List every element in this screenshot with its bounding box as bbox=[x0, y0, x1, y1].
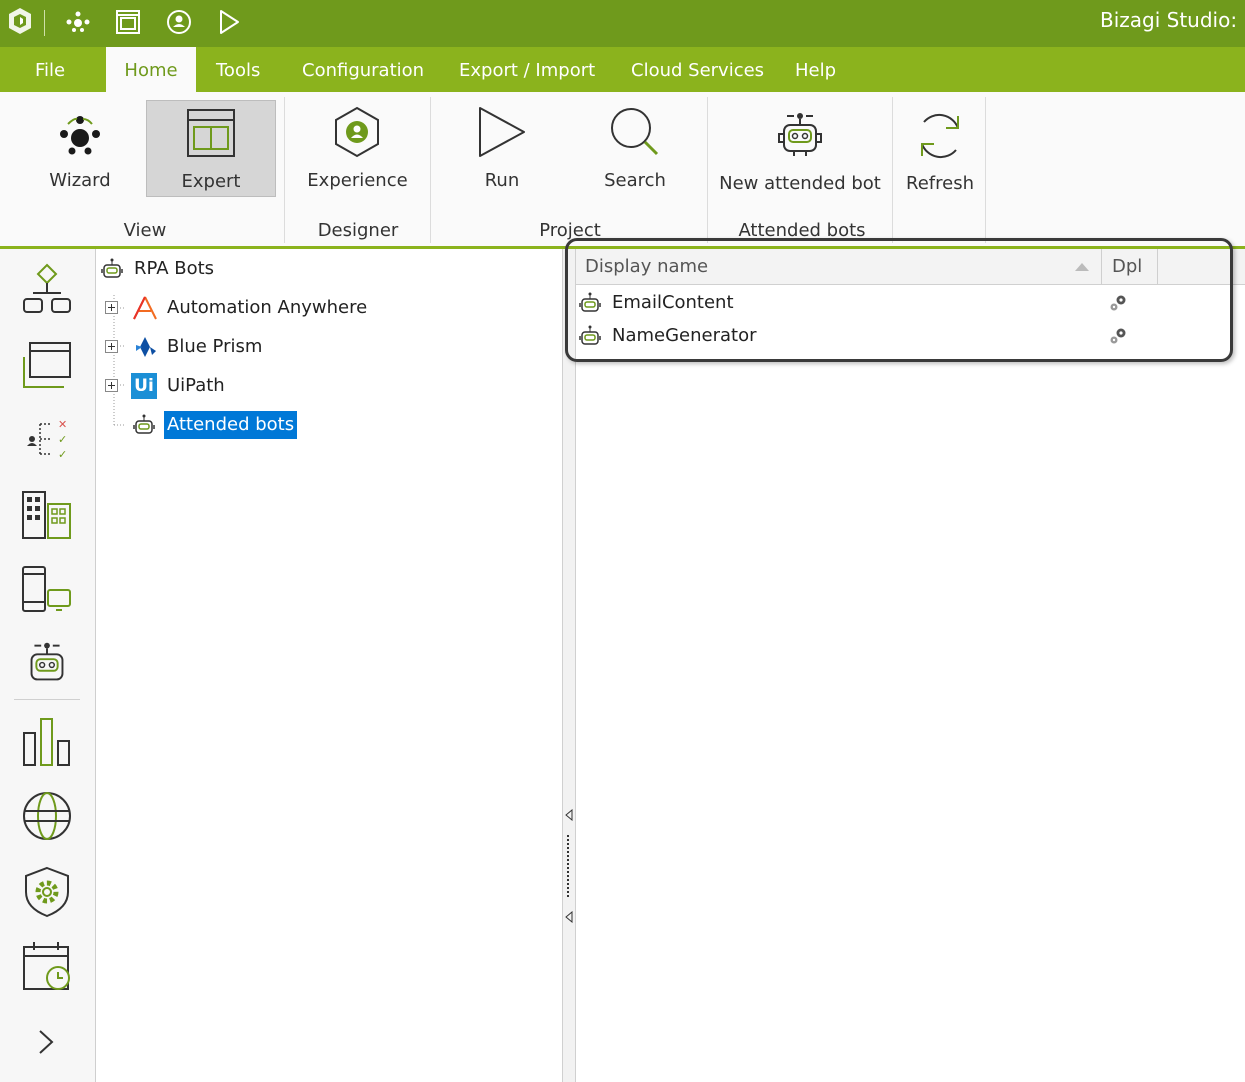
tree-node-label: Automation Anywhere bbox=[167, 297, 368, 318]
menu-tools[interactable]: Tools bbox=[216, 47, 260, 92]
uipath-icon: Ui bbox=[131, 373, 157, 399]
search-button[interactable]: Search bbox=[595, 100, 675, 200]
menu-help[interactable]: Help bbox=[795, 47, 836, 92]
splitter-grip bbox=[567, 835, 571, 897]
devices-icon[interactable] bbox=[20, 564, 74, 618]
group-view-label: View bbox=[123, 220, 167, 241]
collapse-arrow-icon[interactable] bbox=[564, 809, 574, 821]
user-circle-quick-icon[interactable] bbox=[165, 8, 193, 36]
menu-export-import[interactable]: Export / Import bbox=[459, 47, 595, 92]
tree-connector-lines bbox=[113, 295, 126, 426]
experience-icon bbox=[335, 106, 379, 158]
blue-prism-icon bbox=[136, 337, 156, 357]
organization-buildings-icon[interactable] bbox=[20, 489, 74, 543]
svg-text:✓: ✓ bbox=[58, 448, 67, 461]
security-shield-icon[interactable] bbox=[20, 864, 74, 920]
robot-icon bbox=[101, 258, 123, 278]
wizard-label: Wizard bbox=[49, 170, 111, 191]
left-nav-bar: ✕ ✓ ✓ bbox=[0, 249, 96, 1082]
new-attended-bot-label: New attended bot bbox=[719, 173, 881, 194]
expert-button[interactable]: Expert bbox=[146, 100, 276, 197]
expert-label: Expert bbox=[181, 171, 241, 192]
layout-quick-icon[interactable] bbox=[114, 8, 142, 36]
panel-splitter[interactable] bbox=[562, 249, 576, 1082]
expand-plus-icon[interactable] bbox=[104, 339, 120, 355]
svg-text:✕: ✕ bbox=[58, 418, 67, 431]
run-icon bbox=[479, 107, 525, 157]
expand-plus-icon[interactable] bbox=[104, 300, 120, 316]
group-designer-label: Designer bbox=[317, 220, 399, 241]
ribbon-separator bbox=[430, 97, 431, 243]
tree-panel: RPA Bots Automation Anywhere Blue Prism … bbox=[96, 249, 562, 1082]
globe-icon[interactable] bbox=[20, 789, 74, 843]
wizard-icon bbox=[60, 116, 100, 155]
wizard-quick-icon[interactable] bbox=[63, 9, 93, 35]
automation-anywhere-icon bbox=[133, 296, 157, 320]
menu-home[interactable]: Home bbox=[106, 47, 196, 92]
expert-icon bbox=[187, 109, 235, 157]
ribbon-separator bbox=[707, 97, 708, 243]
expand-plus-icon[interactable] bbox=[104, 378, 120, 394]
search-label: Search bbox=[604, 170, 666, 191]
title-bar: Bizagi Studio: R bbox=[0, 0, 1245, 47]
ribbon-separator bbox=[892, 97, 893, 243]
experience-button[interactable]: Experience bbox=[300, 100, 415, 200]
nav-divider bbox=[14, 699, 80, 700]
robot-nav-icon[interactable] bbox=[18, 639, 76, 689]
ribbon-separator bbox=[985, 97, 986, 243]
ribbon-separator bbox=[284, 97, 285, 243]
run-quick-icon[interactable] bbox=[216, 7, 242, 37]
svg-text:✓: ✓ bbox=[58, 433, 67, 446]
experience-label: Experience bbox=[307, 170, 408, 191]
run-label: Run bbox=[484, 170, 520, 191]
tree-node-label-selected: Attended bots bbox=[164, 411, 298, 439]
wizard-button[interactable]: Wizard bbox=[40, 100, 120, 200]
refresh-icon bbox=[921, 113, 959, 159]
user-rules-icon[interactable]: ✕ ✓ ✓ bbox=[20, 414, 74, 464]
highlight-callout bbox=[565, 238, 1233, 362]
new-attended-bot-button[interactable]: New attended bot bbox=[715, 100, 885, 200]
menu-file[interactable]: File bbox=[35, 47, 65, 92]
tree-root-label: RPA Bots bbox=[134, 258, 215, 279]
run-button[interactable]: Run bbox=[462, 100, 542, 200]
menu-cloud-services[interactable]: Cloud Services bbox=[631, 47, 764, 92]
analytics-chart-icon[interactable] bbox=[20, 715, 74, 769]
forms-window-icon[interactable] bbox=[20, 339, 74, 393]
menu-bar: File Home Tools Configuration Export / I… bbox=[0, 47, 1245, 92]
chevron-right-icon[interactable] bbox=[34, 1027, 58, 1057]
robot-icon bbox=[778, 113, 822, 156]
bots-grid: Display name Dpl EmailContent NameGenera… bbox=[576, 249, 1245, 1082]
search-icon bbox=[611, 108, 659, 156]
menu-configuration[interactable]: Configuration bbox=[302, 47, 424, 92]
bizagi-logo-icon bbox=[9, 8, 31, 34]
robot-icon bbox=[133, 414, 155, 434]
collapse-arrow-icon[interactable] bbox=[564, 911, 574, 923]
window-title: Bizagi Studio: R bbox=[1100, 8, 1245, 32]
tree-node-label: Blue Prism bbox=[167, 336, 263, 357]
process-model-icon[interactable] bbox=[20, 261, 74, 317]
refresh-button[interactable]: Refresh bbox=[900, 100, 980, 200]
tree-node-label: UiPath bbox=[167, 375, 225, 396]
scheduler-calendar-icon[interactable] bbox=[20, 939, 74, 995]
refresh-label: Refresh bbox=[906, 173, 974, 194]
